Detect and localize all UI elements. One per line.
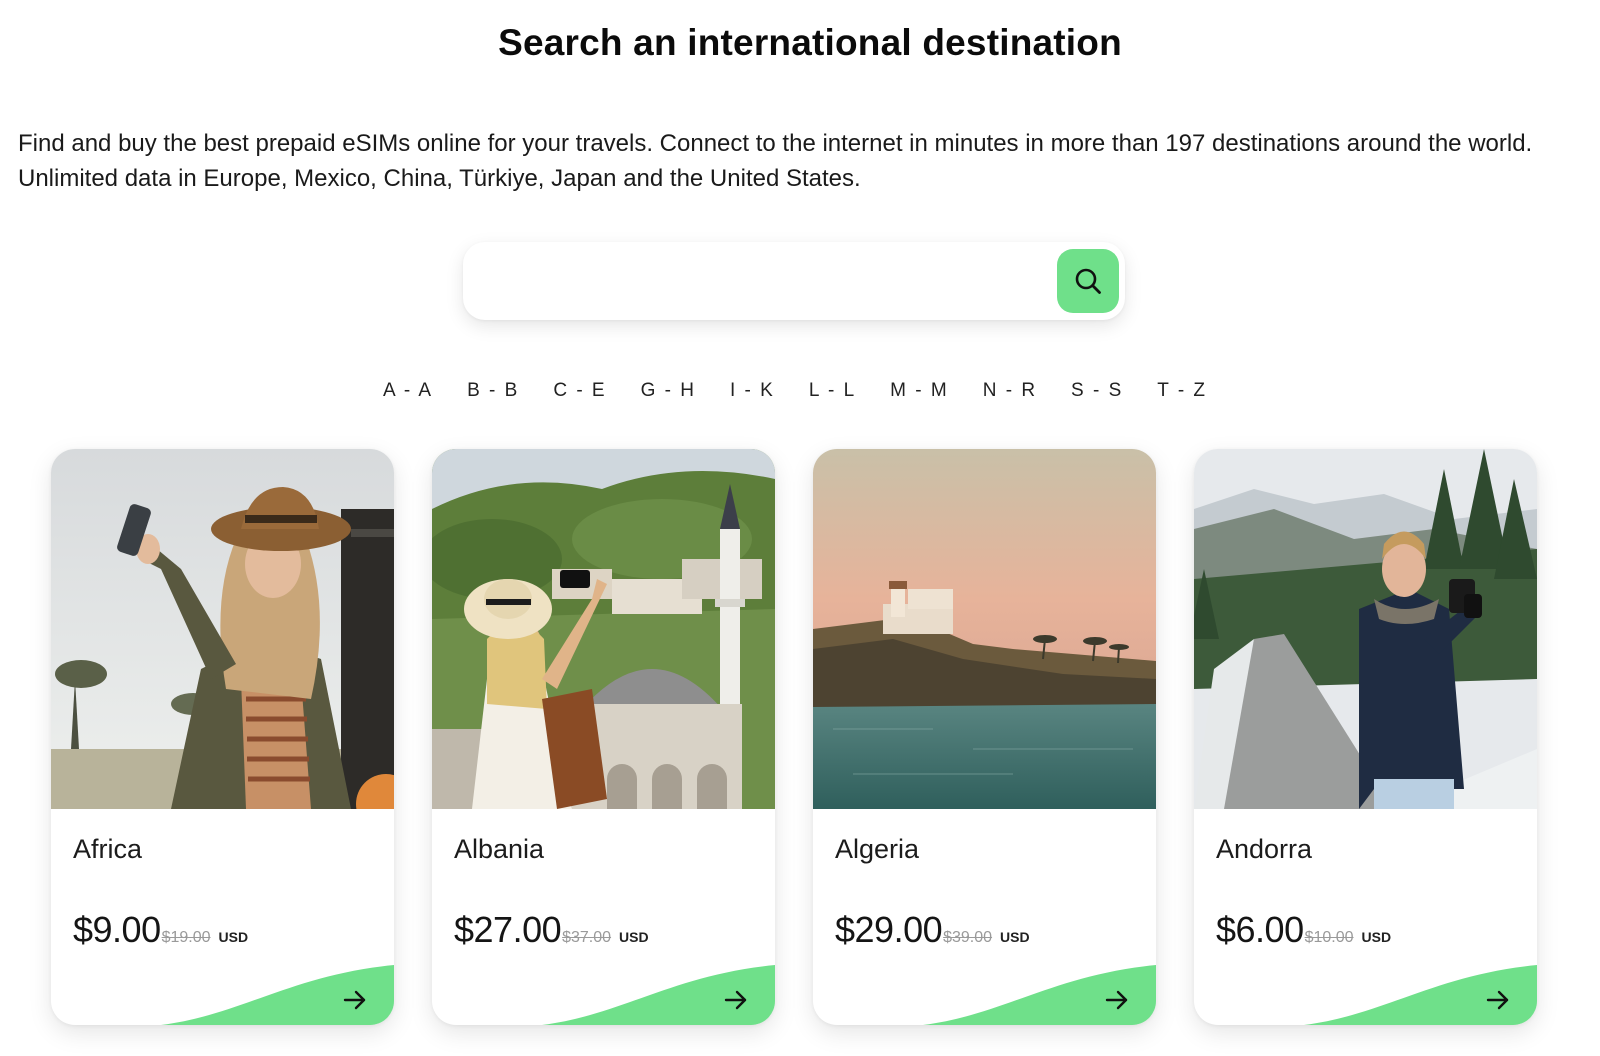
destination-card-albania[interactable]: Albania $27.00 $37.00 USD	[432, 449, 775, 1025]
price-row: $29.00 $39.00 USD	[835, 909, 1030, 951]
currency-label: USD	[619, 929, 649, 945]
price-row: $9.00 $19.00 USD	[73, 909, 248, 951]
destination-cards: Africa $9.00 $19.00 USD Albania $27.00 $…	[51, 449, 1551, 1029]
original-price: $39.00	[943, 929, 993, 946]
search-bar	[463, 242, 1125, 320]
destination-card-algeria[interactable]: Algeria $29.00 $39.00 USD	[813, 449, 1156, 1025]
arrow-right-icon[interactable]	[1481, 983, 1515, 1017]
current-price: $29.00	[835, 909, 943, 950]
destination-image-albania	[432, 449, 775, 809]
original-price: $10.00	[1304, 929, 1354, 946]
page: Search an international destination Find…	[0, 0, 1600, 1056]
destination-image-andorra	[1194, 449, 1537, 809]
alpha-filter-c-e[interactable]: C - E	[536, 380, 623, 402]
destination-card-andorra[interactable]: Andorra $6.00 $10.00 USD	[1194, 449, 1537, 1025]
search-icon	[1075, 268, 1101, 294]
page-title: Search an international destination	[498, 22, 1122, 63]
alpha-filter-i-k[interactable]: I - K	[713, 380, 792, 402]
alpha-filter-b-b[interactable]: B - B	[450, 380, 536, 402]
destination-image-africa	[51, 449, 394, 809]
arrow-right-icon[interactable]	[338, 983, 372, 1017]
alpha-filter-l-l[interactable]: L - L	[792, 380, 873, 402]
alpha-filter-g-h[interactable]: G - H	[624, 380, 713, 402]
current-price: $6.00	[1216, 909, 1304, 950]
current-price: $27.00	[454, 909, 562, 950]
alphabet-filter: A - A B - B C - E G - H I - K L - L M - …	[0, 380, 1590, 402]
destination-name: Africa	[73, 834, 143, 864]
price-row: $6.00 $10.00 USD	[1216, 909, 1391, 951]
alpha-filter-m-m[interactable]: M - M	[873, 380, 966, 402]
arrow-right-icon[interactable]	[1100, 983, 1134, 1017]
original-price: $19.00	[161, 929, 211, 946]
destination-name: Andorra	[1216, 834, 1313, 864]
price-row: $27.00 $37.00 USD	[454, 909, 649, 951]
currency-label: USD	[1000, 929, 1030, 945]
intro-text: Find and buy the best prepaid eSIMs onli…	[18, 130, 1533, 192]
destination-name: Algeria	[835, 834, 920, 864]
destination-name: Albania	[454, 834, 545, 864]
alpha-filter-t-z[interactable]: T - Z	[1140, 380, 1224, 402]
currency-label: USD	[1361, 929, 1392, 945]
alpha-filter-a-a[interactable]: A - A	[366, 380, 450, 402]
destination-card-africa[interactable]: Africa $9.00 $19.00 USD	[51, 449, 394, 1025]
current-price: $9.00	[73, 909, 161, 950]
alpha-filter-n-r[interactable]: N - R	[966, 380, 1054, 402]
arrow-right-icon[interactable]	[719, 983, 753, 1017]
original-price: $37.00	[562, 929, 612, 946]
search-button[interactable]	[1057, 249, 1119, 313]
search-input[interactable]	[485, 256, 1045, 306]
destination-image-algeria	[813, 449, 1156, 809]
currency-label: USD	[218, 929, 249, 945]
alpha-filter-s-s[interactable]: S - S	[1054, 380, 1140, 402]
